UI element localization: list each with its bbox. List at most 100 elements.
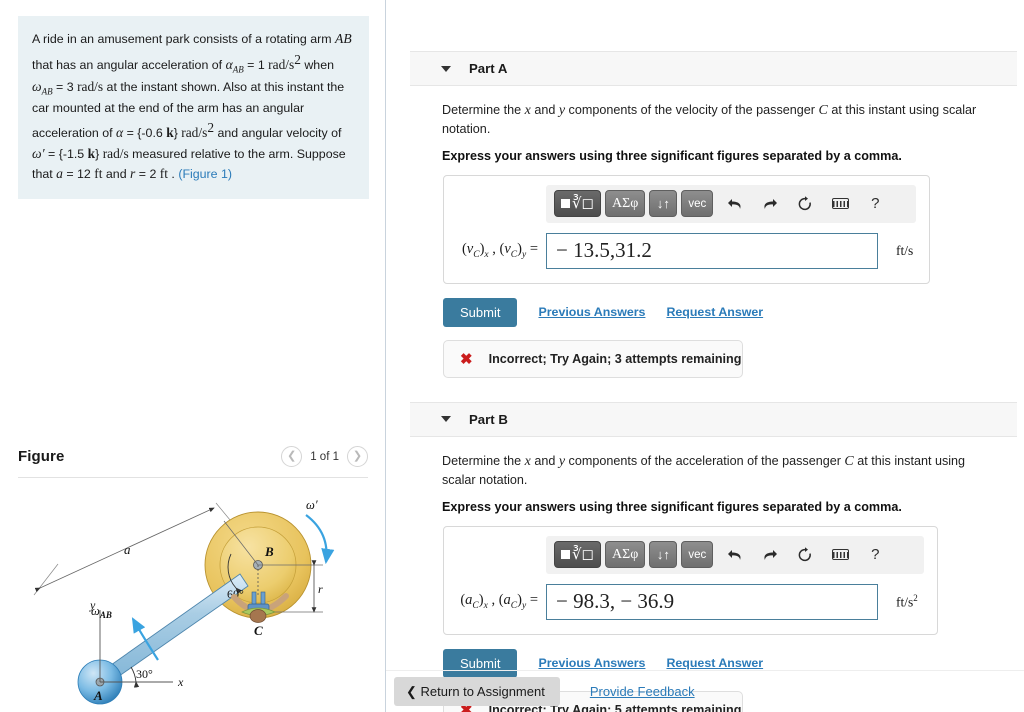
problem-text-2: that has an angular acceleration of <box>32 57 226 72</box>
chevron-right-icon[interactable]: ❯ <box>347 446 368 467</box>
figure-image: a r 60° C B A y x 30° ωAB ω′ <box>18 492 370 707</box>
q-c-b: C <box>844 453 854 469</box>
undo-icon[interactable] <box>722 190 748 217</box>
part-b-answer-label: (aC)x , (aC)y = <box>460 592 538 612</box>
problem-text-6: and <box>102 167 131 182</box>
part-b-request-answer-link[interactable]: Request Answer <box>666 656 763 670</box>
problem-eq7: = 2 <box>135 167 160 182</box>
help-icon[interactable]: ? <box>862 541 888 568</box>
part-b-answer-input[interactable]: − 98.3, − 36.9 <box>546 583 878 620</box>
greek-symbols-button[interactable]: ΑΣφ <box>605 541 646 569</box>
provide-feedback-link[interactable]: Provide Feedback <box>590 684 695 699</box>
keyboard-icon[interactable] <box>827 541 853 568</box>
part-b-previous-answers-link[interactable]: Previous Answers <box>538 656 645 670</box>
problem-eq5: = {-1.5 <box>44 146 88 161</box>
part-a-title: Part A <box>469 61 508 76</box>
q-c: C <box>818 103 828 118</box>
part-a-feedback: ✖ Incorrect; Try Again; 3 attempts remai… <box>443 339 743 378</box>
x-mark-icon: ✖ <box>460 350 473 368</box>
figure-navigation: ❮ 1 of 1 ❯ <box>281 446 368 467</box>
figure-header: Figure ❮ 1 of 1 ❯ <box>18 446 368 467</box>
omega-prime-symbol: ω′ <box>32 145 45 161</box>
problem-text-7: . <box>167 167 179 182</box>
part-a-request-answer-link[interactable]: Request Answer <box>666 305 763 319</box>
redo-icon[interactable] <box>757 190 783 217</box>
part-b-title: Part B <box>469 411 508 427</box>
part-b-unit-text: ft/s <box>896 594 914 610</box>
q-mid: and <box>530 103 559 117</box>
return-to-assignment-label: Return to Assignment <box>420 684 545 699</box>
part-b-unit: ft/s2 <box>896 593 918 611</box>
redo-icon[interactable] <box>757 541 783 568</box>
caret-down-icon[interactable] <box>441 416 451 423</box>
unit-rad-s: rad/s <box>77 78 104 94</box>
figure-divider <box>18 477 368 478</box>
part-b-math-toolbar: ∛◻ ΑΣφ ↓↑ vec ? <box>546 535 924 574</box>
right-panel: Part A Determine the x and y components … <box>386 0 1024 712</box>
part-a-previous-answers-link[interactable]: Previous Answers <box>538 305 645 319</box>
part-b-question: Determine the x and y components of the … <box>442 453 1000 489</box>
left-panel: A ride in an amusement park consists of … <box>0 0 386 712</box>
figure-label-omega-ab: ωAB <box>91 604 112 620</box>
chevron-left-icon: ❮ <box>406 684 417 699</box>
a-variable: a <box>56 166 63 182</box>
math-template-button[interactable]: ∛◻ <box>554 190 602 218</box>
keyboard-icon[interactable] <box>827 190 853 217</box>
part-b-unit-sup: 2 <box>913 593 918 604</box>
k-vector-1: k <box>166 125 174 141</box>
footer-bar: ❮ Return to Assignment Provide Feedback <box>386 670 1024 712</box>
chevron-left-icon[interactable]: ❮ <box>281 446 303 467</box>
alpha-ab-sub: AB <box>232 64 244 75</box>
undo-icon[interactable] <box>722 541 748 568</box>
problem-page: A ride in an amusement park consists of … <box>0 0 1024 712</box>
part-a-feedback-text: Incorrect; Try Again; 3 attempts remaini… <box>488 351 742 366</box>
figure-1-link[interactable]: (Figure 1) <box>178 167 232 181</box>
vector-button[interactable]: vec <box>681 190 714 218</box>
figure-label-A: A <box>93 688 103 703</box>
part-b-answer-row: (aC)x , (aC)y = − 98.3, − 36.9 ft/s2 <box>454 583 927 620</box>
vector-button[interactable]: vec <box>681 541 714 569</box>
part-b-answer-card: ∛◻ ΑΣφ ↓↑ vec ? (aC)x , (aC)y = − 98.3, … <box>443 525 938 635</box>
part-a-header[interactable]: Part A <box>410 51 1017 86</box>
problem-eq6: = 12 <box>62 167 95 182</box>
q-post: components of the velocity of the passen… <box>565 103 819 117</box>
problem-eq3: = {-0.6 <box>123 126 167 141</box>
omega-ab-symbol: ω <box>32 78 42 94</box>
part-a-question: Determine the x and y components of the … <box>442 102 1000 138</box>
part-a-instruction: Express your answers using three signifi… <box>442 148 902 163</box>
figure-label-r: r <box>318 582 323 596</box>
unit-rad-s-b: rad/s <box>102 145 129 161</box>
problem-when: when <box>300 57 334 72</box>
help-icon[interactable]: ? <box>862 190 888 217</box>
figure-label-a: a <box>124 542 131 557</box>
unit-ft-2: ft <box>159 166 168 182</box>
figure-label-30: 30° <box>136 667 153 681</box>
part-a-answer-input[interactable]: − 13.5,31.2 <box>546 232 878 269</box>
q-pre-b: Determine the <box>442 453 525 468</box>
part-a-unit: ft/s <box>896 242 914 258</box>
sort-updown-button[interactable]: ↓↑ <box>649 190 678 218</box>
sort-updown-button[interactable]: ↓↑ <box>649 541 678 569</box>
problem-text-1: A ride in an amusement park consists of … <box>32 32 336 46</box>
part-a-submit-button[interactable]: Submit <box>443 297 518 327</box>
omega-ab-sub: AB <box>41 86 53 97</box>
figure-label-B: B <box>264 544 274 559</box>
caret-down-icon[interactable] <box>441 65 451 72</box>
alpha-ab-symbol: α <box>225 56 233 72</box>
greek-symbols-button[interactable]: ΑΣφ <box>605 190 646 218</box>
unit-rad-s2-b: rad/s <box>181 125 208 141</box>
problem-text-4: and angular velocity of <box>214 126 342 141</box>
reset-icon[interactable] <box>792 541 818 568</box>
part-a-answer-label: (vC)x , (vC)y = <box>461 241 538 261</box>
reset-icon[interactable] <box>792 190 818 217</box>
problem-arm-label: AB <box>335 31 352 46</box>
figure-label-omega-prime: ω′ <box>306 498 318 512</box>
figure-label-C: C <box>254 623 263 638</box>
return-to-assignment-button[interactable]: ❮ Return to Assignment <box>394 677 560 706</box>
unit-rad-s2: rad/s <box>268 56 295 72</box>
problem-eq4b: } <box>95 146 103 161</box>
part-b-instruction: Express your answers using three signifi… <box>442 499 902 514</box>
part-b-header[interactable]: Part B <box>410 401 1017 437</box>
q-post-b: components of the acceleration of the pa… <box>565 453 845 468</box>
math-template-button[interactable]: ∛◻ <box>554 541 602 569</box>
